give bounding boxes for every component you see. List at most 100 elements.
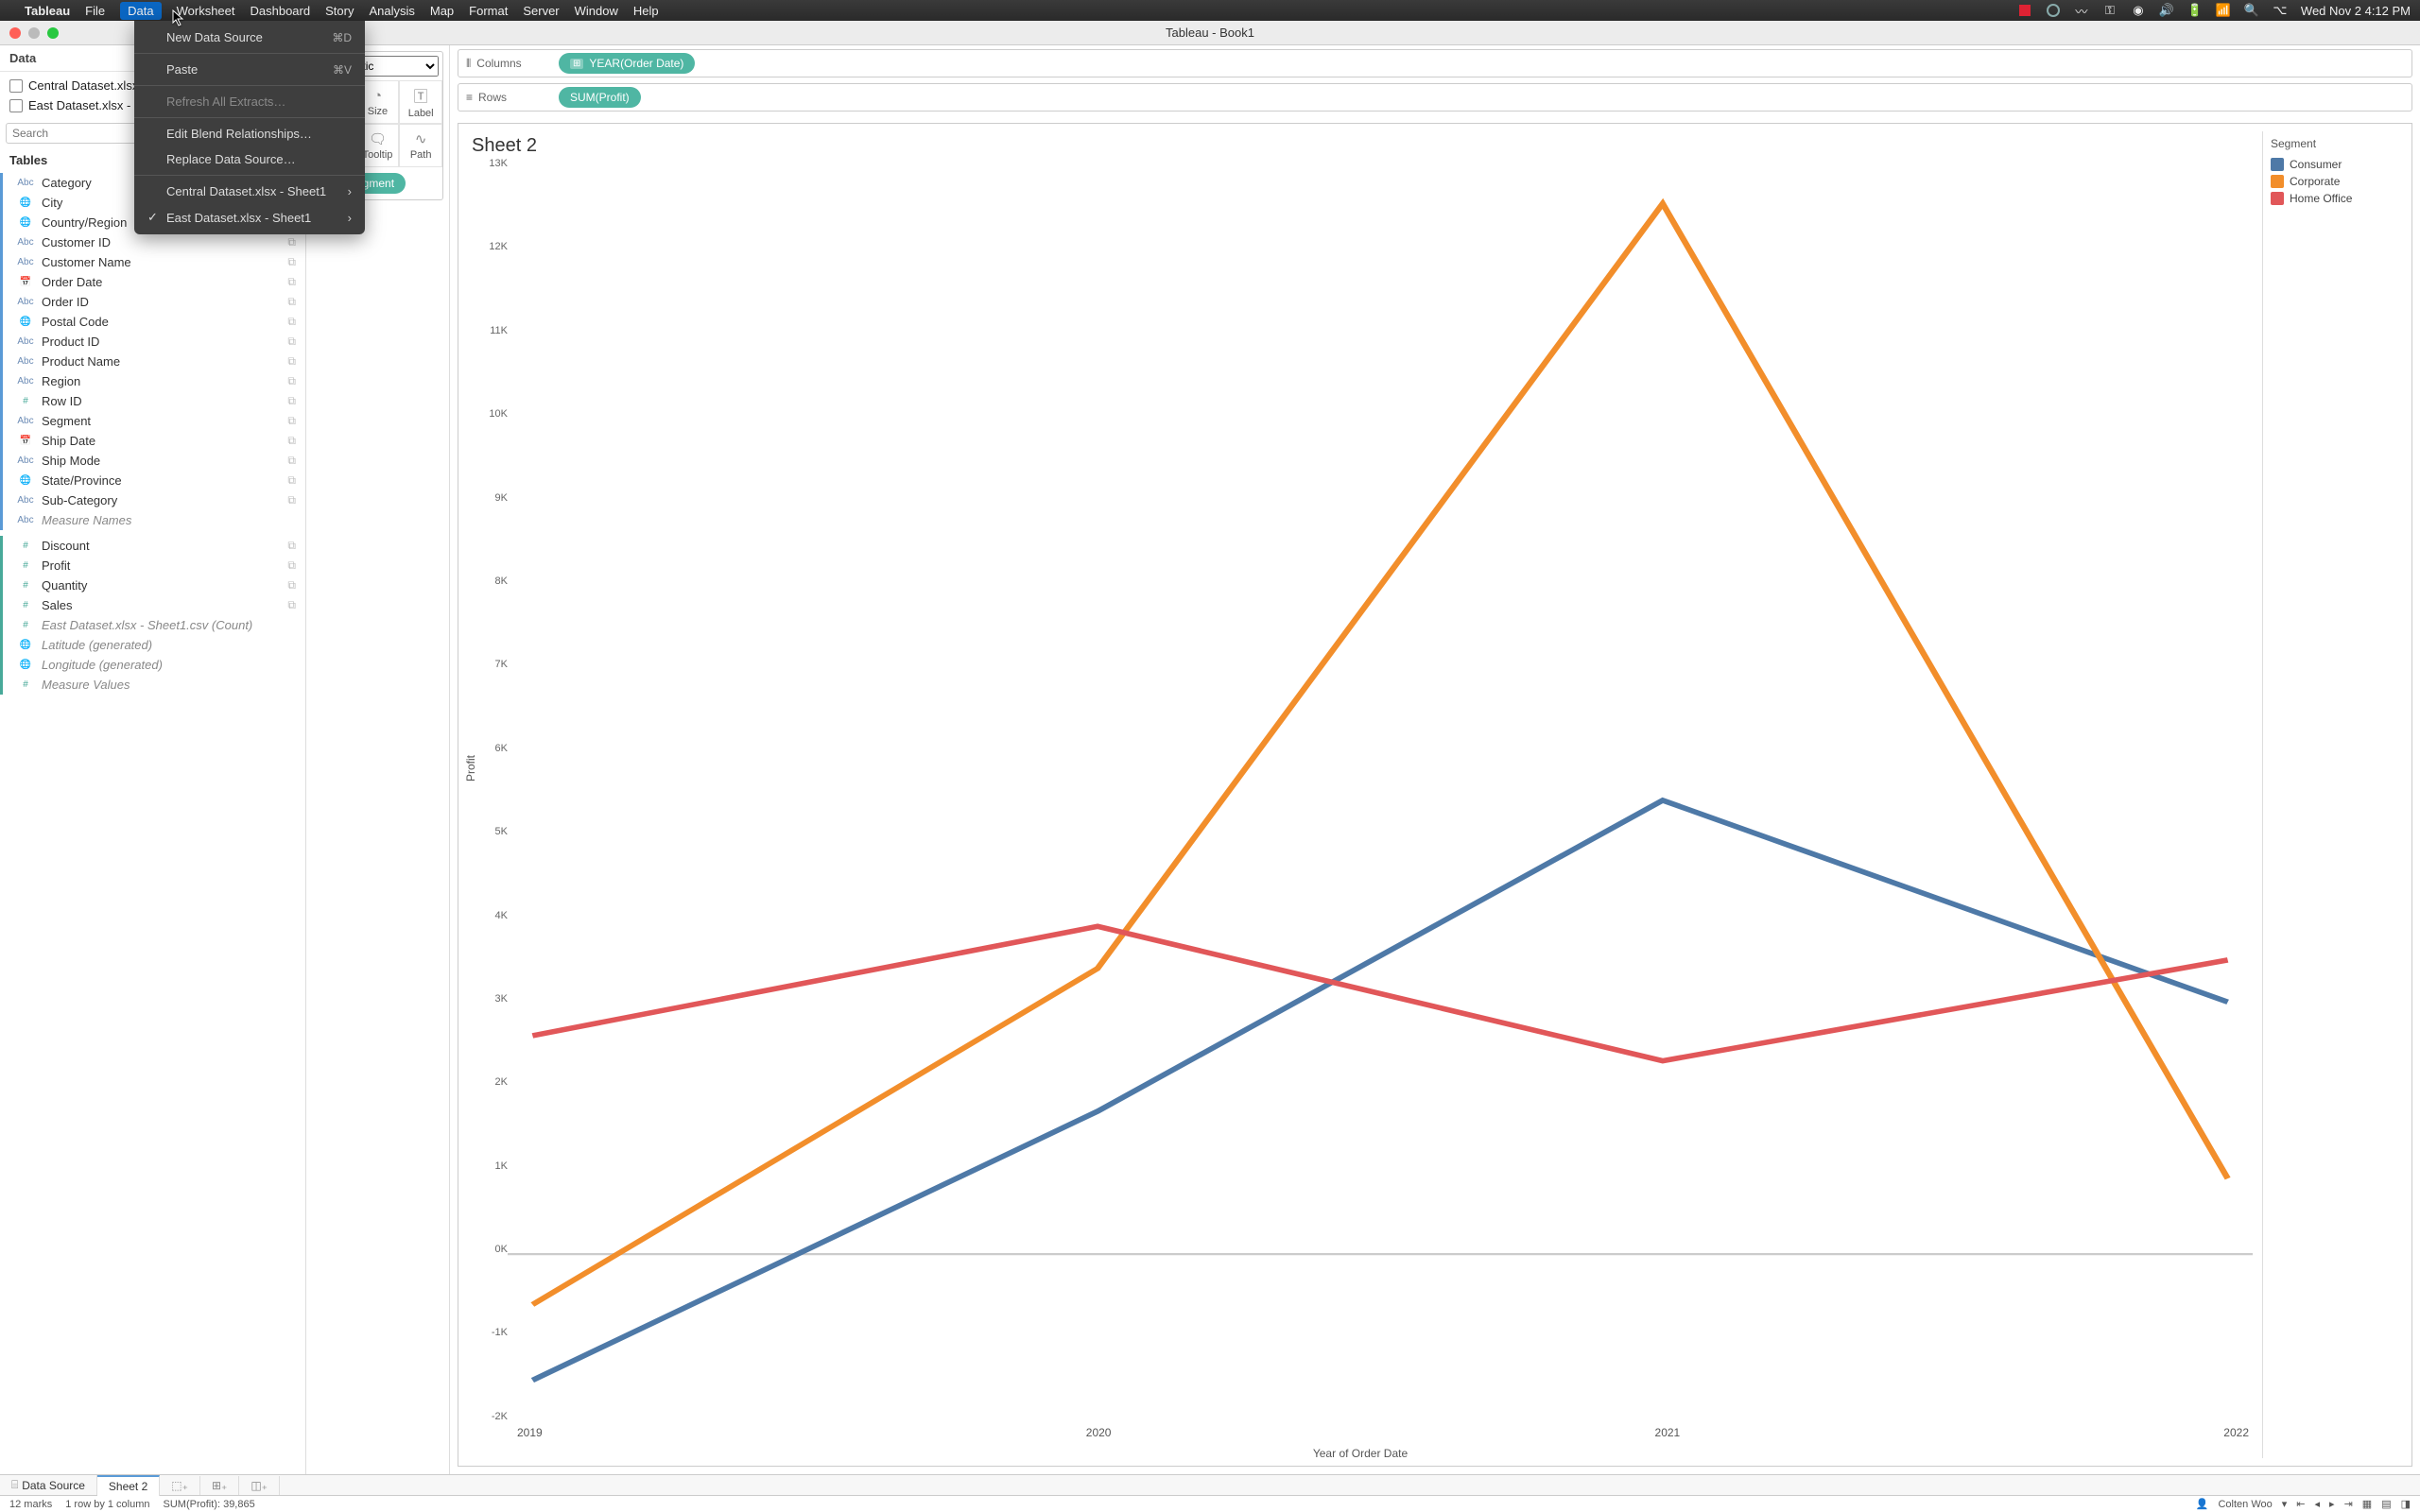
legend-card[interactable]: Segment ConsumerCorporateHome Office (2262, 131, 2404, 1458)
legend-item[interactable]: Home Office (2271, 190, 2396, 207)
measure-item[interactable]: #Sales⧉ (0, 595, 305, 615)
user-name[interactable]: Colten Woo (2218, 1499, 2272, 1510)
menu-server[interactable]: Server (523, 4, 559, 18)
field-item[interactable]: AbcSub-Category⧉ (0, 490, 305, 510)
series-line-corporate[interactable] (532, 203, 2227, 1304)
status-play-icon[interactable]: ◉ (2131, 3, 2146, 18)
close-window-button[interactable] (9, 27, 21, 39)
measure-item[interactable]: #East Dataset.xlsx - Sheet1.csv (Count) (0, 615, 305, 635)
nav-first-icon[interactable]: ⇤ (2296, 1498, 2305, 1510)
measure-item[interactable]: 🌐Latitude (generated) (0, 635, 305, 655)
link-icon[interactable]: ⧉ (287, 295, 296, 309)
clock[interactable]: Wed Nov 2 4:12 PM (2301, 4, 2411, 18)
menu-ds-central[interactable]: Central Dataset.xlsx - Sheet1› (134, 179, 365, 204)
field-item[interactable]: #Row ID⧉ (0, 391, 305, 411)
measure-item[interactable]: #Profit⧉ (0, 556, 305, 576)
new-worksheet-button[interactable]: ⬚₊ (160, 1476, 200, 1495)
columns-shelf[interactable]: ⦀Columns ⊞YEAR(Order Date) (458, 49, 2412, 77)
view-grid-icon[interactable]: ▦ (2362, 1498, 2372, 1510)
sheet-title[interactable]: Sheet 2 (472, 135, 2255, 157)
field-item[interactable]: 📅Ship Date⧉ (0, 431, 305, 451)
menu-data[interactable]: Data (120, 2, 161, 20)
legend-item[interactable]: Consumer (2271, 156, 2396, 173)
field-item[interactable]: 📅Order Date⧉ (0, 272, 305, 292)
series-line-consumer[interactable] (532, 800, 2227, 1381)
tab-data-source[interactable]: ⌸Data Source (0, 1475, 97, 1495)
menu-edit-blend[interactable]: Edit Blend Relationships… (134, 121, 365, 146)
user-dropdown-icon[interactable]: ▾ (2282, 1498, 2288, 1510)
link-icon[interactable]: ⧉ (287, 493, 296, 507)
measure-item[interactable]: 🌐Longitude (generated) (0, 655, 305, 675)
chart-area[interactable]: Sheet 2 Profit 13K12K11K10K9K8K7K6K5K4K3… (458, 124, 2262, 1466)
new-story-button[interactable]: ◫₊ (239, 1476, 280, 1495)
menu-new-data-source[interactable]: New Data Source⌘D (134, 25, 365, 50)
link-icon[interactable]: ⧉ (287, 598, 296, 612)
menu-help[interactable]: Help (633, 4, 659, 18)
link-icon[interactable]: ⧉ (287, 394, 296, 408)
link-icon[interactable]: ⧉ (287, 434, 296, 448)
series-line-home-office[interactable] (532, 926, 2227, 1060)
marks-path-button[interactable]: ∿Path (399, 124, 442, 167)
field-item[interactable]: AbcMeasure Names (0, 510, 305, 530)
new-dashboard-button[interactable]: ⊞₊ (200, 1476, 239, 1495)
menu-window[interactable]: Window (575, 4, 618, 18)
field-item[interactable]: AbcCustomer Name⧉ (0, 252, 305, 272)
link-icon[interactable]: ⧉ (287, 473, 296, 488)
legend-item[interactable]: Corporate (2271, 173, 2396, 190)
link-icon[interactable]: ⧉ (287, 255, 296, 269)
field-item[interactable]: AbcSegment⧉ (0, 411, 305, 431)
link-icon[interactable]: ⧉ (287, 335, 296, 349)
rows-pill-profit[interactable]: SUM(Profit) (559, 87, 641, 108)
menu-dashboard[interactable]: Dashboard (251, 4, 311, 18)
status-globe-icon[interactable] (2046, 3, 2061, 18)
show-me-icon[interactable]: ◨ (2401, 1498, 2411, 1510)
link-icon[interactable]: ⧉ (287, 315, 296, 329)
field-item[interactable]: AbcCustomer ID⧉ (0, 232, 305, 252)
status-wifi-icon[interactable]: 📶 (2216, 3, 2231, 18)
measure-item[interactable]: #Quantity⧉ (0, 576, 305, 595)
status-volume-icon[interactable]: 🔊 (2159, 3, 2174, 18)
app-name[interactable]: Tableau (25, 4, 70, 18)
link-icon[interactable]: ⧉ (287, 374, 296, 388)
status-app2-icon[interactable]: 〰 (2074, 3, 2089, 18)
field-item[interactable]: 🌐Postal Code⧉ (0, 312, 305, 332)
link-icon[interactable]: ⧉ (287, 354, 296, 369)
menu-file[interactable]: File (85, 4, 105, 18)
nav-prev-icon[interactable]: ◂ (2315, 1498, 2321, 1510)
rows-shelf[interactable]: ≡Rows SUM(Profit) (458, 83, 2412, 112)
menu-ds-east[interactable]: ✓East Dataset.xlsx - Sheet1› (134, 204, 365, 231)
menu-format[interactable]: Format (469, 4, 508, 18)
menu-map[interactable]: Map (430, 4, 454, 18)
link-icon[interactable]: ⧉ (287, 275, 296, 289)
menu-story[interactable]: Story (325, 4, 354, 18)
measure-item[interactable]: #Discount⧉ (0, 536, 305, 556)
view-filmstrip-icon[interactable]: ▤ (2381, 1498, 2391, 1510)
tab-sheet2[interactable]: Sheet 2 (97, 1475, 160, 1496)
marks-label-button[interactable]: 🅃Label (399, 80, 442, 124)
link-icon[interactable]: ⧉ (287, 454, 296, 468)
field-item[interactable]: AbcProduct ID⧉ (0, 332, 305, 352)
control-center-icon[interactable]: ⌥ (2273, 3, 2288, 18)
minimize-window-button[interactable] (28, 27, 40, 39)
field-item[interactable]: 🌐State/Province⧉ (0, 471, 305, 490)
link-icon[interactable]: ⧉ (287, 578, 296, 593)
field-item[interactable]: AbcShip Mode⧉ (0, 451, 305, 471)
nav-next-icon[interactable]: ▸ (2329, 1498, 2335, 1510)
field-item[interactable]: AbcRegion⧉ (0, 371, 305, 391)
field-item[interactable]: AbcOrder ID⧉ (0, 292, 305, 312)
link-icon[interactable]: ⧉ (287, 558, 296, 573)
link-icon[interactable]: ⧉ (287, 414, 296, 428)
link-icon[interactable]: ⧉ (287, 235, 296, 249)
nav-last-icon[interactable]: ⇥ (2344, 1498, 2353, 1510)
columns-pill-year[interactable]: ⊞YEAR(Order Date) (559, 53, 695, 74)
measure-item[interactable]: #Measure Values (0, 675, 305, 695)
menu-paste[interactable]: Paste⌘V (134, 57, 365, 82)
menu-replace-ds[interactable]: Replace Data Source… (134, 146, 365, 172)
status-search-icon[interactable]: 🔍 (2244, 3, 2259, 18)
status-key-icon[interactable]: ⚿ (2102, 3, 2118, 18)
zoom-window-button[interactable] (47, 27, 59, 39)
menu-analysis[interactable]: Analysis (369, 4, 414, 18)
field-item[interactable]: AbcProduct Name⧉ (0, 352, 305, 371)
status-battery-icon[interactable]: 🔋 (2187, 3, 2203, 18)
link-icon[interactable]: ⧉ (287, 539, 296, 553)
